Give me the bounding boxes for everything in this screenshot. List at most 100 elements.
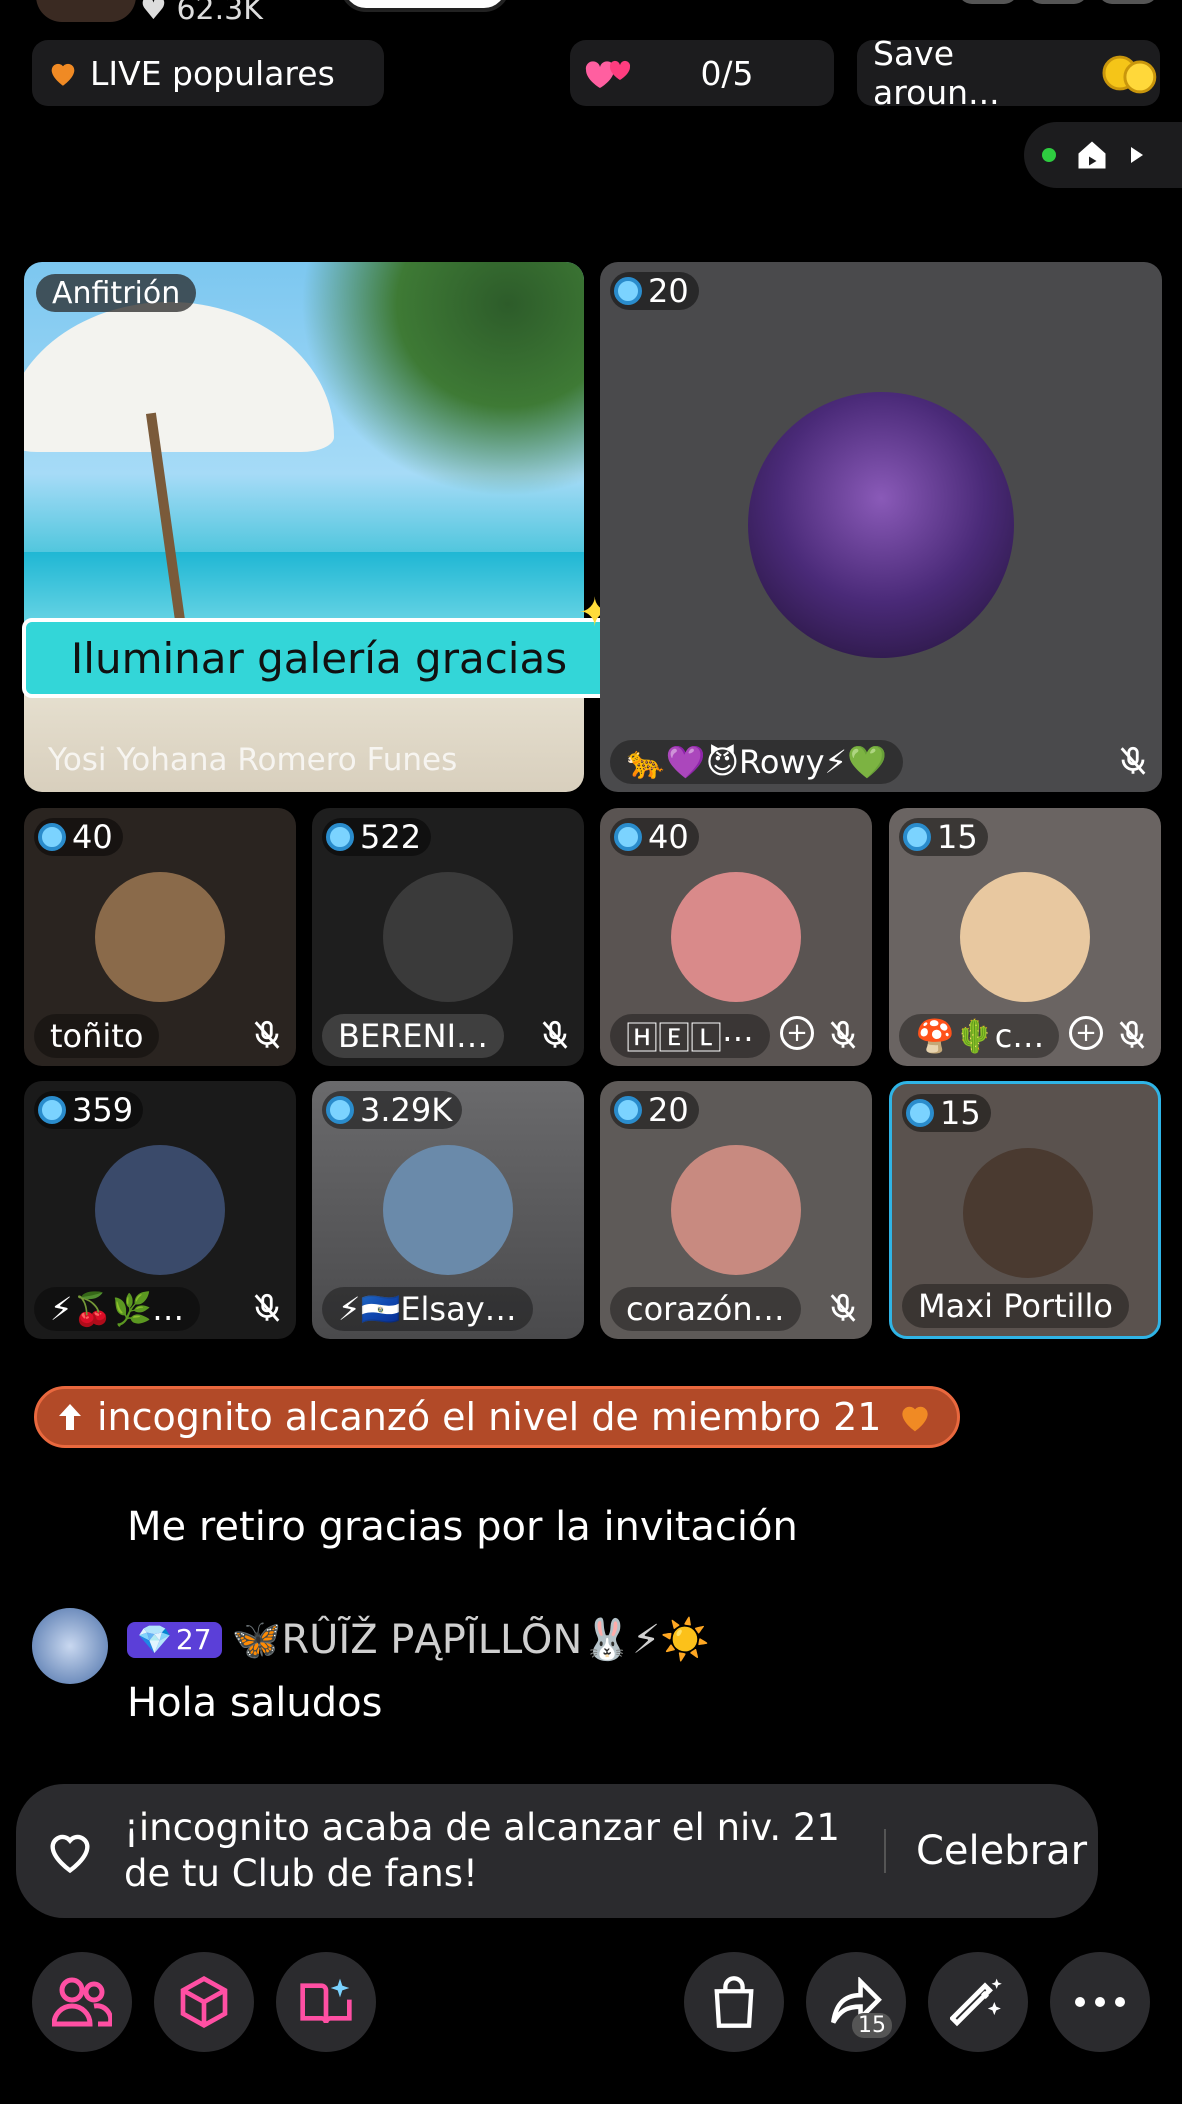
cube-icon xyxy=(180,1975,228,2029)
avatar[interactable] xyxy=(671,872,801,1002)
home-icon xyxy=(1078,141,1106,169)
score-value: 15 xyxy=(937,818,978,856)
host-name: Yosi Yohana Romero Funes xyxy=(48,742,458,778)
guests-button[interactable] xyxy=(32,1952,132,2052)
mic-muted-icon xyxy=(254,1020,280,1049)
hearts-gift-icon xyxy=(585,60,631,88)
shop-button[interactable] xyxy=(684,1952,784,2052)
score-value: 522 xyxy=(360,818,422,856)
guest-name-text: 🐆💜😈Rowy⚡💚 xyxy=(626,743,887,781)
guest-name: BERENI… xyxy=(322,1014,504,1058)
score-value: 359 xyxy=(72,1091,134,1129)
mic-muted-icon xyxy=(830,1020,856,1049)
guest-tile[interactable]: 3.29K ⚡🇸🇻Elsay… xyxy=(312,1081,584,1339)
live-controls[interactable] xyxy=(1024,122,1182,188)
avatar[interactable] xyxy=(383,1145,513,1275)
level-value: 27 xyxy=(175,1623,212,1656)
guest-tile[interactable]: 15 🍄🌵c… + xyxy=(889,808,1161,1066)
illuminate-gallery-button[interactable]: Iluminar galería gracias xyxy=(22,618,616,698)
guest-tile[interactable]: 522 BERENI… xyxy=(312,808,584,1066)
avatar[interactable] xyxy=(95,872,225,1002)
mic-muted-icon xyxy=(1120,746,1146,775)
book-button[interactable] xyxy=(276,1952,376,2052)
follow-plus-button[interactable]: + xyxy=(1069,1016,1103,1050)
guest-name: ⚡🍒🌿… xyxy=(34,1287,201,1331)
more-button[interactable] xyxy=(1050,1952,1150,2052)
celebrate-banner: ¡incognito acaba de alcanzar el niv. 21 … xyxy=(16,1784,1098,1918)
guest-tile[interactable]: 40 toñito xyxy=(24,808,296,1066)
level-badge: 💎 27 xyxy=(127,1621,222,1658)
guest-name: 🍄🌵c… xyxy=(899,1014,1059,1058)
box-button[interactable] xyxy=(154,1952,254,2052)
more-dots-icon xyxy=(1075,1997,1125,2007)
host-role-label: Anfitrión xyxy=(36,274,197,312)
live-popular-button[interactable]: LIVE populares xyxy=(32,40,384,106)
host-tile[interactable]: Anfitrión Yosi Yohana Romero Funes xyxy=(24,262,584,792)
guest-name: 🄷🄴🄻⋯ xyxy=(610,1014,770,1058)
guest-name: Maxi Portillo xyxy=(902,1284,1129,1328)
live-popular-label: LIVE populares xyxy=(90,53,335,93)
avatar[interactable] xyxy=(748,392,1014,658)
guest-name: 🐆💜😈Rowy⚡💚 xyxy=(610,740,903,784)
guest-name: corazón… xyxy=(610,1287,801,1331)
score-badge: 3.29K xyxy=(322,1091,463,1129)
score-badge: 40 xyxy=(34,818,123,856)
host-avatar-partial[interactable] xyxy=(36,0,136,22)
chat-message: Hola saludos xyxy=(127,1680,383,1726)
avatar[interactable] xyxy=(963,1148,1093,1278)
score-value: 20 xyxy=(648,1091,689,1129)
score-badge: 15 xyxy=(902,1094,991,1132)
mic-muted-icon xyxy=(830,1293,856,1322)
score-value: 15 xyxy=(940,1094,981,1132)
gem-icon xyxy=(38,1096,66,1124)
guest-name: ⚡🇸🇻Elsay… xyxy=(322,1287,533,1331)
guest-name: toñito xyxy=(34,1014,160,1058)
score-value: 3.29K xyxy=(360,1091,453,1129)
heart-outline-icon xyxy=(50,1834,90,1874)
palm-decor xyxy=(284,262,584,512)
heart-icon xyxy=(902,1406,929,1432)
avatar[interactable] xyxy=(960,872,1090,1002)
celebrate-text: ¡incognito acaba de alcanzar el niv. 21 … xyxy=(124,1806,840,1895)
avatar[interactable] xyxy=(32,1608,108,1684)
avatar[interactable] xyxy=(671,1145,801,1275)
level-notice-text: incognito alcanzó el nivel de miembro 21 xyxy=(97,1395,882,1439)
guest-tile-main[interactable]: 20 🐆💜😈Rowy⚡💚 xyxy=(600,262,1162,792)
guest-tile-active[interactable]: 15 Maxi Portillo xyxy=(889,1081,1161,1339)
gem-icon xyxy=(614,823,642,851)
gem-icon xyxy=(614,277,642,305)
save-around-button[interactable]: Save aroun... xyxy=(857,34,1160,112)
score-badge: 359 xyxy=(34,1091,144,1129)
goal-counter[interactable]: 0/5 xyxy=(570,40,834,106)
follow-plus-button[interactable]: + xyxy=(780,1016,814,1050)
play-arrow-icon xyxy=(1131,147,1143,163)
status-dot xyxy=(1042,148,1056,162)
guest-tile[interactable]: 40 🄷🄴🄻⋯ + xyxy=(600,808,872,1066)
guest-tile[interactable]: 359 ⚡🍒🌿… xyxy=(24,1081,296,1339)
celebrate-button[interactable]: Celebrar xyxy=(916,1828,1087,1874)
score-value: 40 xyxy=(648,818,689,856)
share-button[interactable]: 15 xyxy=(806,1952,906,2052)
gem-icon xyxy=(614,1096,642,1124)
mic-muted-icon xyxy=(542,1020,568,1049)
chat-username: 🦋RÛĨŽ PĄPĨLLÕN🐰⚡☀️ xyxy=(231,1617,710,1663)
viewer-strip-partial xyxy=(958,0,1158,4)
score-badge: 15 xyxy=(899,818,988,856)
guest-tile[interactable]: 20 corazón… xyxy=(600,1081,872,1339)
level-notice: incognito alcanzó el nivel de miembro 21 xyxy=(34,1386,961,1448)
gem-icon xyxy=(903,823,931,851)
share-count: 15 xyxy=(852,2013,892,2038)
divider xyxy=(884,1829,886,1873)
follow-button-partial[interactable] xyxy=(340,0,510,12)
gem-icon xyxy=(326,1096,354,1124)
shopping-bag-icon xyxy=(714,1976,754,2028)
gem-icon xyxy=(38,823,66,851)
avatar[interactable] xyxy=(383,872,513,1002)
chat-username-row[interactable]: 💎 27 🦋RÛĨŽ PĄPĨLLÕN🐰⚡☀️ xyxy=(127,1616,710,1663)
arrow-up-icon xyxy=(59,1404,81,1430)
magic-button[interactable] xyxy=(928,1952,1028,2052)
coins-icon xyxy=(1102,55,1157,94)
avatar[interactable] xyxy=(95,1145,225,1275)
save-around-label: Save aroun... xyxy=(873,34,1000,112)
likes-count: ♥ 62.3K xyxy=(140,0,263,27)
